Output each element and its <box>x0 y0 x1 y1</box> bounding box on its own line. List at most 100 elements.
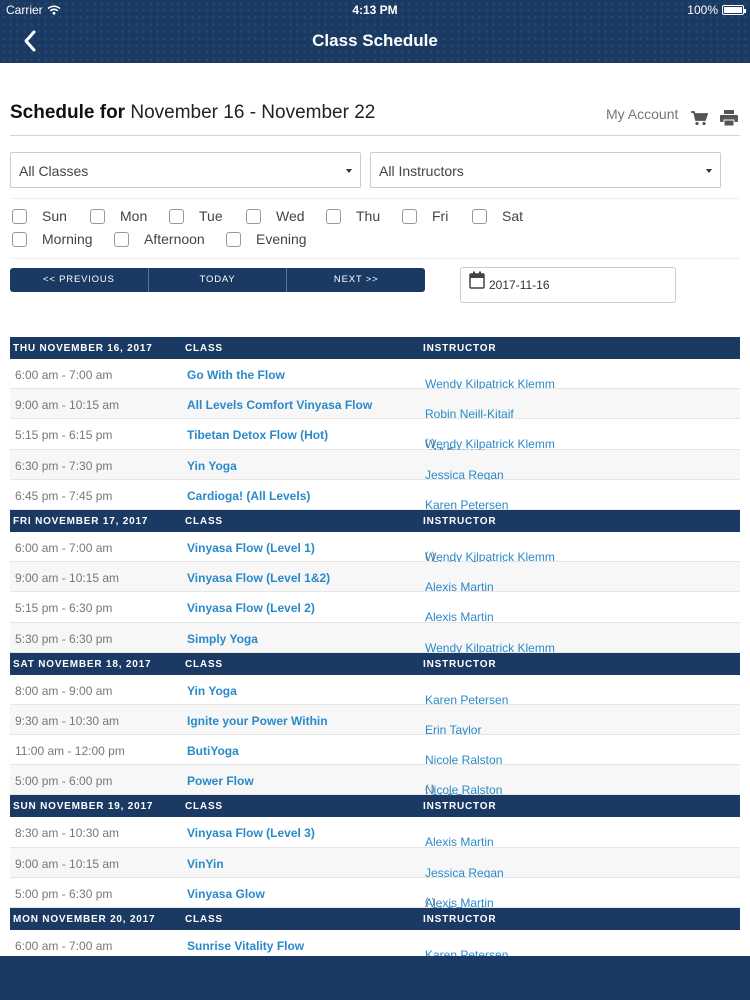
class-time: 5:30 pm - 6:30 pm <box>15 631 113 646</box>
previous-button[interactable]: << PREVIOUS <box>10 268 149 292</box>
table-row: 6:30 pm - 7:30 pm Yin Yoga Jessica Regan <box>10 449 740 482</box>
checkbox-box[interactable] <box>402 208 417 224</box>
class-name-link[interactable]: Vinyasa Flow (Level 2) <box>187 601 315 615</box>
class-name-link[interactable]: Vinyasa Flow (Level 1&2) <box>187 571 330 585</box>
class-name-link[interactable]: Tibetan Detox Flow (Hot) <box>187 428 328 442</box>
day-rows: 6:00 am - 7:00 am Vinyasa Flow (Level 1) W… <box>10 531 740 655</box>
class-name-link[interactable]: Vinyasa Flow (Level 1) <box>187 541 315 555</box>
checkbox-box[interactable] <box>114 231 129 247</box>
class-name-link[interactable]: All Levels Comfort Vinyasa Flow <box>187 398 372 412</box>
class-time: 5:00 pm - 6:00 pm <box>15 774 113 789</box>
class-name-link[interactable]: Ignite your Power Within <box>187 714 328 728</box>
checkbox-label: Afternoon <box>144 231 205 247</box>
class-name-link[interactable]: Go With the Flow <box>187 368 285 382</box>
day-header: SAT NOVEMBER 18, 2017 CLASS INSTRUCTOR <box>10 652 740 675</box>
table-row: 5:00 pm - 6:30 pm Vinyasa Glow Alexis Mart… <box>10 877 740 917</box>
status-bar: Carrier 4:13 PM 100% <box>0 0 750 20</box>
day-header-date: MON NOVEMBER 20, 2017 <box>13 914 156 925</box>
table-row: 5:30 pm - 6:30 pm Simply Yoga Wendy Kilpat… <box>10 622 740 655</box>
page-title: Class Schedule <box>312 31 438 50</box>
class-name-link[interactable]: Vinyasa Flow (Level 3) <box>187 826 315 840</box>
checkbox-box[interactable] <box>226 231 241 247</box>
class-time: 6:00 am - 7:00 am <box>15 368 113 382</box>
printer-icon[interactable] <box>720 110 738 126</box>
class-name-link[interactable]: Yin Yoga <box>187 459 237 473</box>
battery-icon <box>722 5 746 15</box>
chevron-down-icon <box>706 169 712 173</box>
table-row: 5:15 pm - 6:15 pm Tibetan Detox Flow (Hot… <box>10 419 740 458</box>
class-name-link[interactable]: Vinyasa Glow <box>187 887 265 901</box>
column-header-class: CLASS <box>185 343 223 354</box>
column-header-instructor: INSTRUCTOR <box>423 914 497 925</box>
class-name-link[interactable]: Sunrise Vitality Flow <box>187 939 304 953</box>
class-time: 9:30 am - 10:30 am <box>15 713 120 728</box>
checkbox-afternoon[interactable]: Afternoon <box>114 231 205 247</box>
checkbox-sat[interactable]: Sat <box>472 208 523 224</box>
class-name-link[interactable]: Simply Yoga <box>187 632 258 646</box>
calendar-icon <box>469 271 485 289</box>
my-account-link[interactable]: My Account <box>606 106 678 122</box>
day-rows: 8:00 am - 9:00 am Yin Yoga Karen Petersen 9… <box>10 674 740 804</box>
checkbox-box[interactable] <box>12 231 27 247</box>
day-header-date: THU NOVEMBER 16, 2017 <box>13 343 153 354</box>
checkbox-box[interactable] <box>90 208 105 224</box>
table-row: 9:00 am - 10:15 am Vinyasa Flow (Level 1&… <box>10 562 740 594</box>
date-input[interactable]: 2017-11-16 <box>460 267 676 303</box>
schedule-label: Schedule for <box>10 102 126 123</box>
today-button[interactable]: TODAY <box>149 268 288 292</box>
instructors-select[interactable]: All Instructors <box>370 152 721 188</box>
checkbox-fri[interactable]: Fri <box>402 208 448 224</box>
checkbox-tue[interactable]: Tue <box>169 208 223 224</box>
class-time: 6:30 pm - 7:30 pm <box>15 458 113 473</box>
table-row: 6:45 pm - 7:45 pm Cardioga! (All Levels) K… <box>10 479 740 512</box>
status-right: 100% <box>687 3 746 17</box>
class-name-link[interactable]: Power Flow <box>187 774 254 788</box>
table-row: 9:00 am - 10:15 am All Levels Comfort Vin… <box>10 389 740 421</box>
table-row: 9:00 am - 10:15 am VinYin Jessica Regan <box>10 847 740 880</box>
schedule-table: THU NOVEMBER 16, 2017 CLASS INSTRUCTOR 6:00… <box>10 337 740 962</box>
checkbox-box[interactable] <box>326 208 341 224</box>
class-time: 9:00 am - 10:15 am <box>15 571 120 586</box>
checkbox-thu[interactable]: Thu <box>326 208 380 224</box>
table-row: 5:00 pm - 6:00 pm Power Flow Nicole Ralsto… <box>10 765 740 804</box>
checkbox-box[interactable] <box>472 208 487 224</box>
table-row: 5:15 pm - 6:30 pm Vinyasa Flow (Level 2) A… <box>10 592 740 624</box>
checkbox-label: Wed <box>276 208 305 224</box>
checkbox-evening[interactable]: Evening <box>226 231 307 247</box>
checkbox-wed[interactable]: Wed <box>246 208 305 224</box>
checkbox-box[interactable] <box>12 208 27 224</box>
class-name-link[interactable]: ButiYoga <box>187 744 239 758</box>
checkbox-label: Sun <box>42 208 67 224</box>
checkbox-box[interactable] <box>246 208 261 224</box>
class-time: 5:15 pm - 6:30 pm <box>15 601 113 616</box>
day-header: MON NOVEMBER 20, 2017 CLASS INSTRUCTOR <box>10 908 740 930</box>
classes-select[interactable]: All Classes <box>10 152 361 188</box>
checkbox-label: Evening <box>256 231 307 247</box>
sub-note: (sub for Staff Rotation) <box>425 896 495 917</box>
day-header: THU NOVEMBER 16, 2017 CLASS INSTRUCTOR <box>10 337 740 359</box>
next-button[interactable]: NEXT >> <box>287 268 425 292</box>
class-time: 6:45 pm - 7:45 pm <box>15 488 113 503</box>
app-header: Carrier 4:13 PM 100% Class Schedule <box>0 0 750 63</box>
column-header-instructor: INSTRUCTOR <box>423 515 497 527</box>
checkbox-mon[interactable]: Mon <box>90 208 147 224</box>
cart-icon[interactable] <box>690 110 708 126</box>
footer-bar <box>0 956 750 1000</box>
table-row: 8:00 am - 9:00 am Yin Yoga Karen Petersen <box>10 674 740 707</box>
checkbox-sun[interactable]: Sun <box>12 208 67 224</box>
class-name-link[interactable]: Yin Yoga <box>187 684 237 698</box>
class-time: 5:15 pm - 6:15 pm <box>15 428 113 443</box>
day-header-date: FRI NOVEMBER 17, 2017 <box>13 515 149 527</box>
checkbox-box[interactable] <box>169 208 184 224</box>
checkbox-label: Fri <box>432 208 449 224</box>
schedule-heading: Schedule for November 16 - November 22 <box>10 102 375 124</box>
checkbox-morning[interactable]: Morning <box>12 231 93 247</box>
checkbox-label: Mon <box>120 208 148 224</box>
chevron-down-icon <box>346 169 352 173</box>
table-row: 9:30 am - 10:30 am Ignite your Power With… <box>10 704 740 737</box>
date-value: 2017-11-16 <box>489 278 550 292</box>
class-name-link[interactable]: Cardioga! (All Levels) <box>187 489 310 503</box>
instructors-select-value: All Instructors <box>379 163 464 179</box>
class-name-link[interactable]: VinYin <box>187 857 224 871</box>
status-time: 4:13 PM <box>352 3 398 17</box>
